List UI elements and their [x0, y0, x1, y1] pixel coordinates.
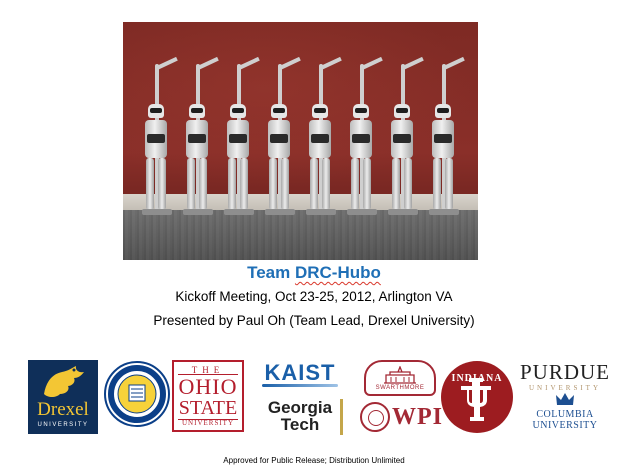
indiana-trident-icon	[441, 361, 513, 433]
building-icon	[384, 366, 416, 384]
wpi-seal-icon	[360, 402, 390, 432]
robot-visor	[355, 108, 367, 113]
robot-visor	[191, 108, 203, 113]
dragon-icon	[44, 366, 84, 397]
purdue-name: PURDUE	[519, 360, 610, 384]
indiana-logo: INDIANA	[440, 360, 514, 434]
purdue-sub: UNIVERSITY	[529, 384, 601, 392]
robot-foot	[265, 209, 295, 215]
robot-leg-r	[445, 158, 453, 210]
gatech-line1: Georgia	[267, 398, 333, 417]
robot-belt	[393, 134, 411, 143]
robot-leg-l	[187, 158, 195, 210]
kaist-logo: KAIST	[258, 360, 342, 388]
robot-figure	[387, 56, 424, 215]
page-title: Team DRC-Hubo	[0, 262, 628, 284]
kaist-name: KAIST	[264, 360, 336, 385]
title-team-name: DRC-Hubo	[294, 263, 381, 282]
columbia-logo: COLUMBIA UNIVERSITY	[528, 392, 602, 438]
robot-leg-l	[351, 158, 359, 210]
robot-visor	[396, 108, 408, 113]
robot-belt	[311, 134, 329, 143]
wpi-name: WPI	[392, 404, 443, 430]
robot-leg-l	[228, 158, 236, 210]
purdue-logo: PURDUE UNIVERSITY	[519, 360, 611, 392]
wpi-logo: WPI	[360, 402, 443, 434]
columbia-line1: COLUMBIA	[536, 409, 594, 420]
robot-leg-l	[392, 158, 400, 210]
robot-figure	[141, 56, 178, 215]
delaware-seal-icon	[104, 361, 170, 427]
photo-wall	[123, 22, 478, 187]
robot-leg-l	[310, 158, 318, 210]
robot-leg-r	[240, 158, 248, 210]
meeting-subtitle: Kickoff Meeting, Oct 23-25, 2012, Arling…	[175, 289, 453, 304]
robot-visor	[150, 108, 162, 113]
robot-belt	[188, 134, 206, 143]
robot-foot	[224, 209, 254, 215]
robot-foot	[347, 209, 377, 215]
gatech-line2: Tech	[280, 415, 320, 434]
robot-visor	[232, 108, 244, 113]
robot-figure	[264, 56, 301, 215]
robot-leg-r	[404, 158, 412, 210]
robot-leg-l	[146, 158, 154, 210]
robot-leg-r	[199, 158, 207, 210]
crown-icon	[556, 393, 574, 407]
robot-visor	[437, 108, 449, 113]
columbia-line2: UNIVERSITY	[532, 420, 598, 431]
robot-leg-l	[433, 158, 441, 210]
drexel-sub: UNIVERSITY	[37, 422, 89, 428]
robot-belt	[147, 134, 165, 143]
robot-leg-r	[363, 158, 371, 210]
robot-leg-r	[158, 158, 166, 210]
gatech-gold-bar	[340, 399, 343, 435]
robot-belt	[229, 134, 247, 143]
robot-visor	[314, 108, 326, 113]
robot-figure	[223, 56, 260, 215]
robot-foot	[306, 209, 336, 215]
ohio-state-word: STATE	[178, 397, 238, 419]
robot-leg-l	[269, 158, 277, 210]
kaist-swoosh	[262, 384, 338, 387]
drexel-logo: Drexel UNIVERSITY	[28, 360, 98, 434]
robot-foot	[183, 209, 213, 215]
indiana-name: INDIANA	[451, 373, 503, 384]
robot-visor	[273, 108, 285, 113]
drexel-name: Drexel	[37, 399, 89, 420]
ohio-state-logo: THE OHIO STATE UNIVERSITY	[172, 360, 244, 432]
robot-figure	[428, 56, 465, 215]
robot-photo	[123, 22, 478, 260]
robot-leg-r	[322, 158, 330, 210]
robot-foot	[388, 209, 418, 215]
georgia-tech-logo: Georgia Tech	[250, 399, 350, 435]
robot-belt	[352, 134, 370, 143]
release-notice: Approved for Public Release; Distributio…	[223, 456, 405, 465]
presenter-line: Presented by Paul Oh (Team Lead, Drexel …	[153, 313, 475, 328]
ohio-univ: UNIVERSITY	[182, 419, 234, 427]
swarthmore-name: SWARTHMORE	[375, 385, 425, 391]
robot-figure	[305, 56, 342, 215]
robot-figure	[182, 56, 219, 215]
title-prefix: Team	[247, 263, 295, 282]
delaware-seal	[104, 361, 170, 427]
swarthmore-logo: SWARTHMORE	[364, 360, 436, 396]
robot-leg-r	[281, 158, 289, 210]
photo-floor	[123, 210, 478, 260]
robot-figure	[346, 56, 383, 215]
robot-belt	[270, 134, 288, 143]
robot-belt	[434, 134, 452, 143]
robot-foot	[142, 209, 172, 215]
robot-foot	[429, 209, 459, 215]
